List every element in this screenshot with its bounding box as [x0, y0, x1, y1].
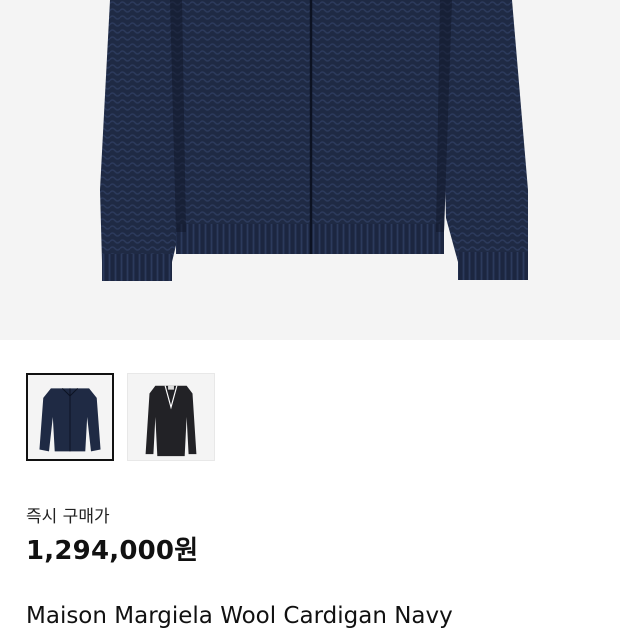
black-cardigan-thumbnail-icon [145, 385, 197, 457]
thumbnail-navy[interactable] [26, 373, 114, 461]
price-value: 1,294,000원 [26, 536, 199, 566]
navy-cardigan-thumbnail-icon [39, 388, 101, 452]
product-name: Maison Margiela Wool Cardigan Navy [26, 603, 453, 629]
product-main-image[interactable] [0, 0, 620, 340]
price-label: 즉시 구매가 [26, 507, 110, 527]
thumbnail-black[interactable] [127, 373, 215, 461]
thumbnail-strip [26, 373, 215, 461]
cardigan-image [100, 0, 528, 281]
